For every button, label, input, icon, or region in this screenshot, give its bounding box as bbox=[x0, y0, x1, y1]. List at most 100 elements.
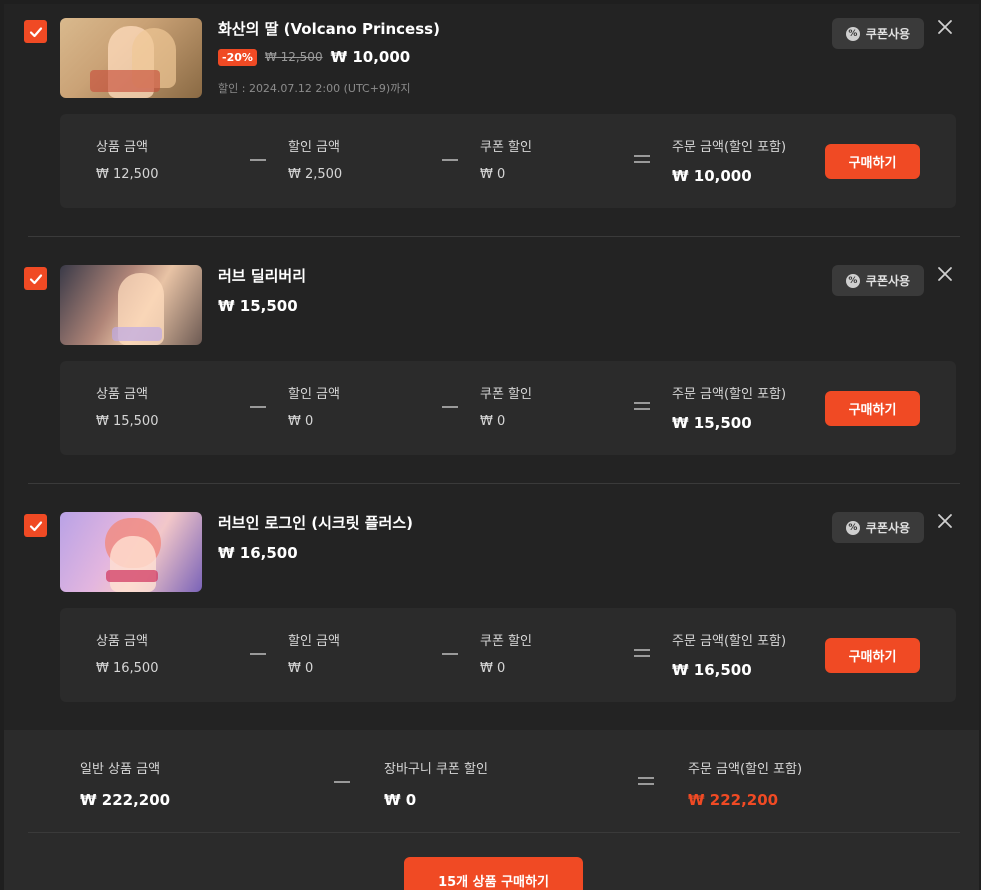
order-amount-label: 주문 금액(할인 포함) bbox=[672, 387, 787, 402]
coupon-discount: 쿠폰 할인 ₩ 0 bbox=[480, 136, 532, 182]
use-coupon-button[interactable]: % 쿠폰사용 bbox=[832, 512, 924, 543]
minus-icon bbox=[442, 150, 460, 168]
coupon-discount-value: ₩ 0 bbox=[480, 167, 506, 182]
equals-icon bbox=[634, 397, 652, 415]
total-order-amount-label: 주문 금액(할인 포함) bbox=[688, 762, 803, 777]
product-amount: 상품 금액 ₩ 15,500 bbox=[96, 383, 158, 429]
coupon-icon: % bbox=[845, 26, 860, 41]
close-icon bbox=[938, 20, 952, 34]
product-title[interactable]: 화산의 딸 (Volcano Princess) bbox=[218, 18, 440, 39]
coupon-discount-value: ₩ 0 bbox=[480, 414, 506, 429]
cart-coupon-discount-value: ₩ 0 bbox=[384, 791, 417, 809]
product-amount: 상품 금액 ₩ 12,500 bbox=[96, 136, 158, 182]
order-amount-label: 주문 금액(할인 포함) bbox=[672, 140, 787, 155]
general-product-amount: 일반 상품 금액 ₩ 222,200 bbox=[80, 758, 170, 809]
discount-amount: 할인 금액 ₩ 0 bbox=[288, 630, 340, 676]
use-coupon-label: 쿠폰사용 bbox=[865, 27, 911, 41]
coupon-icon: % bbox=[845, 273, 860, 288]
discount-amount-label: 할인 금액 bbox=[288, 140, 340, 155]
product-amount-value: ₩ 15,500 bbox=[96, 414, 159, 429]
coupon-icon: % bbox=[845, 520, 860, 535]
cart-coupon-discount-label: 장바구니 쿠폰 할인 bbox=[384, 762, 488, 777]
product-amount-value: ₩ 12,500 bbox=[96, 167, 159, 182]
minus-icon bbox=[334, 772, 352, 790]
price-row: -20% ₩ 12,500 ₩ 10,000 bbox=[218, 48, 410, 66]
buy-button[interactable]: 구매하기 bbox=[825, 391, 920, 426]
coupon-discount: 쿠폰 할인 ₩ 0 bbox=[480, 383, 532, 429]
item-price-summary: 상품 금액 ₩ 16,500 할인 금액 ₩ 0 쿠폰 할인 ₩ 0 주문 금액… bbox=[60, 608, 956, 702]
divider bbox=[28, 483, 960, 484]
item-checkbox[interactable] bbox=[24, 267, 47, 290]
product-amount-label: 상품 금액 bbox=[96, 140, 148, 155]
close-icon bbox=[938, 514, 952, 528]
cart-item: 러브 딜리버리 ₩ 15,500 % 쿠폰사용 상품 금액 ₩ 15,500 할… bbox=[24, 251, 956, 473]
sale-end-date: 할인 : 2024.07.12 2:00 (UTC+9)까지 bbox=[218, 82, 411, 95]
buy-button[interactable]: 구매하기 bbox=[825, 144, 920, 179]
product-thumbnail[interactable] bbox=[60, 18, 202, 98]
order-amount: 주문 금액(할인 포함) ₩ 16,500 bbox=[672, 630, 786, 679]
item-price-summary: 상품 금액 ₩ 15,500 할인 금액 ₩ 0 쿠폰 할인 ₩ 0 주문 금액… bbox=[60, 361, 956, 455]
checkout-all-button[interactable]: 15개 상품 구매하기 bbox=[404, 857, 583, 890]
discount-amount: 할인 금액 ₩ 2,500 bbox=[288, 136, 342, 182]
product-thumbnail[interactable] bbox=[60, 512, 202, 592]
product-amount-label: 상품 금액 bbox=[96, 387, 148, 402]
general-product-amount-value: ₩ 222,200 bbox=[80, 791, 171, 809]
remove-item-button[interactable] bbox=[936, 18, 956, 38]
cart-coupon-discount: 장바구니 쿠폰 할인 ₩ 0 bbox=[384, 758, 488, 809]
product-price: ₩ 15,500 bbox=[218, 297, 298, 315]
item-price-summary: 상품 금액 ₩ 12,500 할인 금액 ₩ 2,500 쿠폰 할인 ₩ 0 주… bbox=[60, 114, 956, 208]
order-amount-value: ₩ 15,500 bbox=[672, 414, 752, 432]
discount-amount-value: ₩ 0 bbox=[288, 414, 314, 429]
minus-icon bbox=[442, 397, 460, 415]
equals-icon bbox=[638, 772, 656, 790]
checkbox-checked-icon bbox=[29, 520, 42, 531]
product-amount-value: ₩ 16,500 bbox=[96, 661, 159, 676]
remove-item-button[interactable] bbox=[936, 265, 956, 285]
order-amount-label: 주문 금액(할인 포함) bbox=[672, 634, 787, 649]
order-amount: 주문 금액(할인 포함) ₩ 15,500 bbox=[672, 383, 786, 432]
minus-icon bbox=[442, 644, 460, 662]
coupon-discount-value: ₩ 0 bbox=[480, 661, 506, 676]
use-coupon-button[interactable]: % 쿠폰사용 bbox=[832, 265, 924, 296]
thumbnail-logo bbox=[112, 327, 162, 341]
discount-amount-label: 할인 금액 bbox=[288, 387, 340, 402]
product-title[interactable]: 러브 딜리버리 bbox=[218, 265, 306, 286]
equals-icon bbox=[634, 150, 652, 168]
discount-amount-value: ₩ 0 bbox=[288, 661, 314, 676]
product-amount: 상품 금액 ₩ 16,500 bbox=[96, 630, 158, 676]
minus-icon bbox=[250, 644, 268, 662]
checkbox-checked-icon bbox=[29, 273, 42, 284]
cart-item: 화산의 딸 (Volcano Princess) -20% ₩ 12,500 ₩… bbox=[24, 4, 956, 226]
close-icon bbox=[938, 267, 952, 281]
thumbnail-logo bbox=[90, 70, 160, 92]
use-coupon-label: 쿠폰사용 bbox=[865, 521, 911, 535]
divider bbox=[28, 832, 960, 833]
use-coupon-button[interactable]: % 쿠폰사용 bbox=[832, 18, 924, 49]
discount-badge: -20% bbox=[218, 48, 257, 66]
total-order-amount-value: ₩ 222,200 bbox=[688, 791, 779, 809]
discount-amount-value: ₩ 2,500 bbox=[288, 167, 343, 182]
product-thumbnail[interactable] bbox=[60, 265, 202, 345]
total-order-amount: 주문 금액(할인 포함) ₩ 222,200 bbox=[688, 758, 802, 809]
order-amount-value: ₩ 10,000 bbox=[672, 167, 752, 185]
remove-item-button[interactable] bbox=[936, 512, 956, 532]
price-row: ₩ 15,500 bbox=[218, 297, 298, 315]
discount-amount: 할인 금액 ₩ 0 bbox=[288, 383, 340, 429]
product-price: ₩ 16,500 bbox=[218, 544, 298, 562]
cart-item: 러브인 로그인 (시크릿 플러스) ₩ 16,500 % 쿠폰사용 상품 금액 … bbox=[24, 498, 956, 720]
thumbnail-logo bbox=[106, 570, 158, 582]
order-amount-value: ₩ 16,500 bbox=[672, 661, 752, 679]
cart-total-panel: 일반 상품 금액 ₩ 222,200 장바구니 쿠폰 할인 ₩ 0 주문 금액(… bbox=[4, 730, 979, 890]
item-checkbox[interactable] bbox=[24, 20, 47, 43]
coupon-discount-label: 쿠폰 할인 bbox=[480, 140, 532, 155]
buy-button[interactable]: 구매하기 bbox=[825, 638, 920, 673]
product-title[interactable]: 러브인 로그인 (시크릿 플러스) bbox=[218, 512, 413, 533]
coupon-discount-label: 쿠폰 할인 bbox=[480, 387, 532, 402]
discount-amount-label: 할인 금액 bbox=[288, 634, 340, 649]
item-checkbox[interactable] bbox=[24, 514, 47, 537]
order-amount: 주문 금액(할인 포함) ₩ 10,000 bbox=[672, 136, 786, 185]
minus-icon bbox=[250, 397, 268, 415]
equals-icon bbox=[634, 644, 652, 662]
original-price: ₩ 12,500 bbox=[264, 50, 323, 64]
divider bbox=[28, 236, 960, 237]
